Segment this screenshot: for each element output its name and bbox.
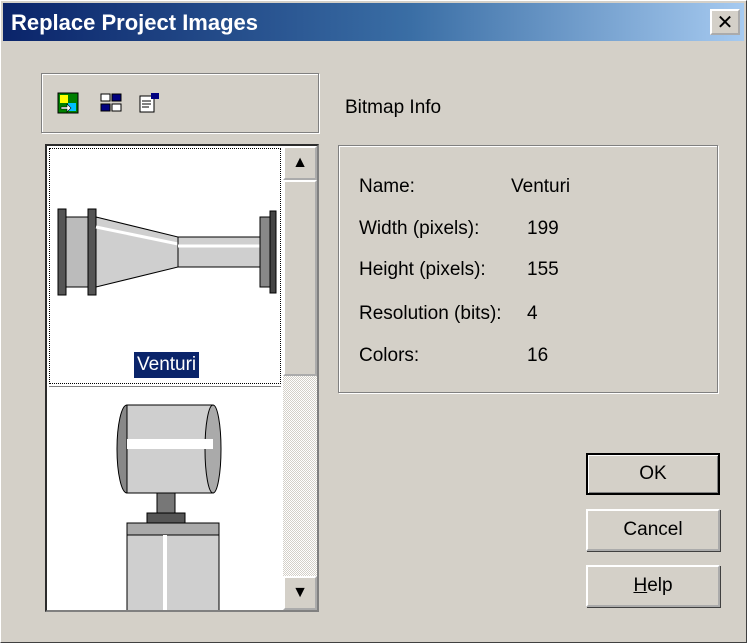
vertical-scrollbar[interactable]: ▲ ▼ [283, 146, 317, 610]
colors-value: 16 [527, 345, 549, 366]
meter-thumbnail [116, 404, 222, 610]
cancel-button[interactable]: Cancel [586, 509, 720, 551]
scroll-up-button[interactable]: ▲ [283, 146, 317, 180]
venturi-thumbnail [57, 208, 277, 296]
help-mnemonic: H [633, 575, 648, 596]
list-item-label: Venturi [134, 352, 200, 378]
help-button-label-rest: elp [647, 575, 673, 596]
arrow-down-icon: ▼ [292, 584, 308, 601]
ok-button-label: OK [639, 463, 667, 484]
image-list-icon[interactable] [100, 92, 122, 114]
help-button-label: Help [633, 575, 672, 597]
arrow-up-icon: ▲ [292, 154, 308, 171]
list-item[interactable] [49, 386, 281, 610]
resolution-label: Resolution (bits): [359, 303, 502, 324]
width-label: Width (pixels): [359, 218, 480, 239]
help-button[interactable]: Help [586, 565, 720, 607]
scroll-down-button[interactable]: ▼ [283, 576, 317, 610]
colors-label: Colors: [359, 345, 420, 366]
width-value: 199 [527, 218, 559, 239]
replace-project-images-dialog: Replace Project Images ✕ Venturi ▲ ▼ Bit… [0, 0, 747, 643]
image-toolbar [41, 73, 319, 133]
replace-image-icon[interactable] [57, 92, 79, 114]
name-label: Name: [359, 176, 415, 197]
dialog-title: Replace Project Images [11, 10, 259, 35]
list-item[interactable]: Venturi [49, 148, 281, 384]
image-list[interactable]: Venturi ▲ ▼ [45, 144, 319, 612]
bitmap-info-panel: Name: Venturi Width (pixels): 199 Height… [338, 145, 718, 393]
close-button[interactable]: ✕ [710, 9, 740, 35]
title-bar[interactable]: Replace Project Images ✕ [3, 3, 744, 41]
height-value: 155 [527, 259, 559, 280]
cancel-button-label: Cancel [623, 519, 683, 540]
properties-icon[interactable] [138, 92, 160, 114]
close-icon: ✕ [716, 10, 734, 34]
ok-button[interactable]: OK [586, 453, 720, 495]
resolution-value: 4 [527, 303, 538, 324]
name-value: Venturi [511, 176, 571, 197]
scroll-thumb[interactable] [283, 180, 317, 376]
height-label: Height (pixels): [359, 259, 486, 280]
bitmap-info-heading: Bitmap Info [345, 97, 442, 118]
